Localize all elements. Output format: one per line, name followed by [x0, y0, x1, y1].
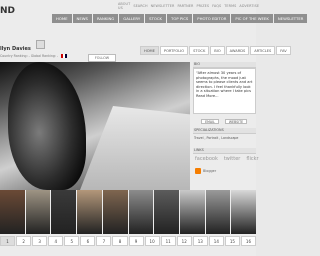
page-number[interactable]: 3	[32, 236, 48, 246]
nav-home[interactable]: HOME	[52, 14, 72, 23]
blogger-link[interactable]: Blogger	[195, 168, 216, 174]
page-number[interactable]: 6	[80, 236, 96, 246]
profile-sidebar: BIO "After almost 30 years of photograph…	[193, 62, 259, 190]
util-link-prizes[interactable]: PRIZES	[197, 4, 210, 8]
nav-news[interactable]: NEWS	[72, 14, 92, 23]
nav-pic-of-the-week[interactable]: PIC OF THE WEEK	[231, 14, 273, 23]
thumbnail[interactable]	[102, 190, 128, 234]
flickr-link[interactable]: flickr	[246, 156, 258, 162]
page-number[interactable]: 1	[0, 236, 16, 246]
page-number[interactable]: 14	[208, 236, 224, 246]
ranking-info: Country Ranking: - Global Ranking: -	[0, 54, 68, 58]
tab-articles[interactable]: ARTICLES	[250, 46, 276, 55]
follow-button[interactable]: FOLLOW	[88, 54, 116, 62]
page-number[interactable]: 2	[16, 236, 32, 246]
links-section: LINKS	[193, 148, 256, 154]
util-link-partner[interactable]: PARTNER	[177, 4, 193, 8]
nav-top-pics[interactable]: TOP PICS	[167, 14, 193, 23]
page-number[interactable]: 15	[224, 236, 240, 246]
photographer-name: llyn Davies	[0, 46, 31, 52]
page-number[interactable]: 9	[128, 236, 144, 246]
thumbnail[interactable]	[205, 190, 231, 234]
util-link-faqs[interactable]: FAQS	[212, 4, 221, 8]
page-number[interactable]: 7	[96, 236, 112, 246]
specializations-section: SPECIALIZATIONS Travel , Portrait , Land…	[193, 128, 256, 142]
photo-rock-shape	[8, 62, 86, 190]
nav-newsletter[interactable]: NEWSLETTER	[273, 14, 308, 23]
tab-portfolio[interactable]: PORTFOLIO	[159, 46, 189, 55]
uk-flag-icon	[61, 54, 68, 58]
thumbnail[interactable]	[77, 190, 102, 234]
page-number[interactable]: 10	[144, 236, 160, 246]
profile-page: ND ABOUT US SEARCH NEWSLETTER PARTNER PR…	[0, 0, 308, 256]
tab-stock[interactable]: STOCK	[189, 46, 210, 55]
thumbnail[interactable]	[25, 190, 51, 234]
util-link-newsletter[interactable]: NEWSLETTER	[151, 4, 175, 8]
specializations-value: Travel , Portrait , Landscape	[194, 136, 239, 140]
blogger-icon	[195, 168, 201, 174]
page-number[interactable]: 8	[112, 236, 128, 246]
pagination: 1 2 3 4 5 6 7 8 9 10 11 12 13 14 15 16	[0, 236, 256, 246]
nav-gallery[interactable]: GALLERY	[119, 14, 145, 23]
util-link-search[interactable]: SEARCH	[133, 4, 147, 8]
thumbnail[interactable]	[154, 190, 179, 234]
thumbnail[interactable]	[179, 190, 205, 234]
page-number[interactable]: 13	[192, 236, 208, 246]
util-link-about[interactable]: ABOUT US	[118, 2, 130, 10]
thumbnail[interactable]	[128, 190, 154, 234]
facebook-link[interactable]: facebook	[195, 156, 218, 162]
page-number[interactable]: 5	[64, 236, 80, 246]
nav-photo-editor[interactable]: PHOTO EDITOR	[193, 14, 231, 23]
tab-bio[interactable]: BIO	[210, 46, 225, 55]
page-number[interactable]: 11	[160, 236, 176, 246]
main-nav: HOME NEWS RANKING GALLERY STOCK TOP PICS…	[52, 14, 308, 23]
links-label: LINKS	[193, 148, 256, 154]
tab-home[interactable]: HOME	[140, 46, 159, 55]
website-button[interactable]: WEBSITE	[225, 119, 247, 124]
twitter-link[interactable]: twitter	[224, 156, 241, 162]
email-button[interactable]: EMAIL	[201, 119, 219, 124]
thumbnail[interactable]	[51, 190, 77, 234]
global-ranking: Global Ranking: -	[30, 54, 59, 58]
utility-bar: ABOUT US SEARCH NEWSLETTER PARTNER PRIZE…	[118, 2, 259, 10]
featured-photo[interactable]	[0, 62, 190, 190]
tab-fav[interactable]: FAV	[276, 46, 291, 55]
photo-beach-shape	[80, 106, 190, 190]
bio-quote: "After almost 30 years of photographs, t…	[193, 68, 256, 114]
thumbnail[interactable]	[0, 190, 25, 234]
profile-tabs: HOME PORTFOLIO STOCK BIO AWARDS ARTICLES…	[140, 46, 291, 55]
tab-awards[interactable]: AWARDS	[225, 46, 250, 55]
thumbnail-strip	[0, 190, 257, 234]
nav-ranking[interactable]: RANKING	[92, 14, 119, 23]
blogger-label: Blogger	[203, 169, 217, 173]
country-ranking: Country Ranking: -	[0, 54, 30, 58]
page-number[interactable]: 4	[48, 236, 64, 246]
page-number[interactable]: 16	[240, 236, 256, 246]
util-link-terms[interactable]: TERMS	[224, 4, 236, 8]
social-links: facebook twitter flickr	[195, 156, 259, 162]
profile-header: llyn Davies Country Ranking: - Global Ra…	[0, 46, 140, 62]
util-link-advertise[interactable]: ADVERTISE	[239, 4, 259, 8]
site-logo[interactable]: ND	[0, 4, 16, 18]
thumbnail[interactable]	[231, 190, 257, 234]
page-number[interactable]: 12	[176, 236, 192, 246]
nav-stock[interactable]: STOCK	[145, 14, 167, 23]
